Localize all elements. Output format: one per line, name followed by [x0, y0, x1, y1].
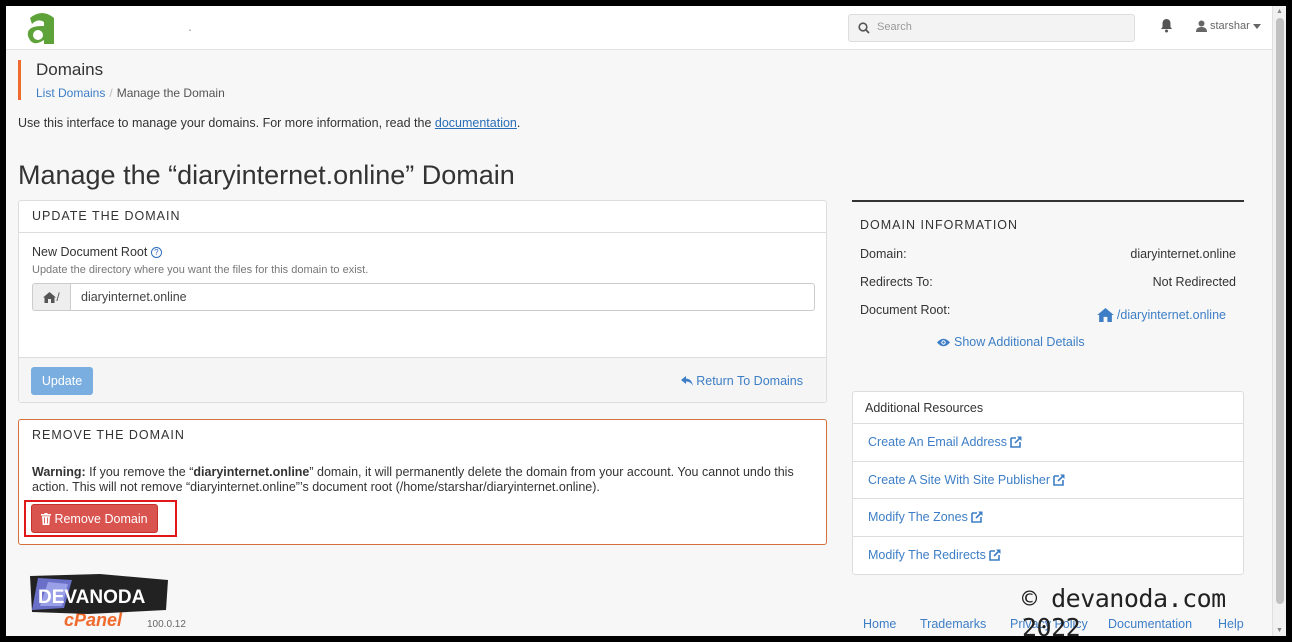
warning-label: Warning:: [32, 465, 86, 479]
page-title: Manage the “diaryinternet.online” Domain: [18, 160, 515, 190]
cpanel-app-logo[interactable]: [24, 10, 60, 48]
additional-resources-panel: Additional Resources Create An Email Add…: [852, 391, 1244, 575]
intro-sentence: Use this interface to manage your domain…: [18, 116, 435, 130]
documentation-link[interactable]: documentation: [435, 116, 517, 130]
breadcrumb: List Domains / Manage the Domain: [36, 86, 225, 100]
top-bar: . Search starshar: [6, 6, 1272, 50]
search-placeholder: Search: [877, 21, 912, 33]
footer-link-trademarks[interactable]: Trademarks: [920, 617, 986, 631]
home-icon: [1097, 308, 1114, 322]
breadcrumb-separator: /: [109, 86, 113, 100]
cpanel-version: 100.0.12: [147, 619, 186, 630]
info-row-domain: Domain: diaryinternet.online: [852, 238, 1244, 266]
search-icon: [858, 22, 870, 34]
document-root-label: New Document Root ?: [32, 245, 813, 259]
user-menu[interactable]: starshar: [1196, 20, 1261, 32]
breadcrumb-list-domains[interactable]: List Domains: [36, 86, 105, 100]
username: starshar: [1210, 20, 1250, 32]
intro-text: Use this interface to manage your domain…: [18, 116, 520, 130]
info-key: Document Root:: [860, 303, 951, 317]
additional-resources-heading: Additional Resources: [853, 392, 1243, 424]
update-button[interactable]: Update: [31, 367, 93, 395]
home-icon: [43, 291, 57, 303]
warning-domain: diaryinternet.online: [193, 465, 310, 479]
scroll-up-arrow-icon[interactable]: ▲: [1276, 8, 1283, 15]
external-link-icon: [989, 549, 1001, 562]
notifications-bell-icon[interactable]: [1160, 18, 1173, 33]
remove-domain-label: Remove Domain: [54, 511, 148, 526]
document-root-input-group: /: [32, 283, 815, 311]
remove-domain-heading: REMOVE THE DOMAIN: [32, 428, 185, 442]
info-key: Redirects To:: [860, 275, 933, 289]
document-root-label-text: New Document Root: [32, 245, 148, 259]
domain-information: DOMAIN INFORMATION Domain: diaryinternet…: [852, 200, 1244, 349]
trash-icon: [41, 512, 52, 525]
devanoda-watermark-logo: DEVANODA: [30, 574, 168, 614]
external-link-icon: [971, 511, 983, 524]
home-path-addon: /: [32, 283, 70, 311]
copyright-watermark: © devanoda.com 2022: [1022, 584, 1226, 636]
page-scrollbar[interactable]: ▲ ▼: [1272, 6, 1286, 636]
show-additional-details-link[interactable]: Show Additional Details: [937, 335, 1244, 349]
intro-period: .: [516, 116, 521, 130]
footer-link-home[interactable]: Home: [863, 617, 896, 631]
resource-modify-zones[interactable]: Modify The Zones: [853, 499, 1243, 537]
addon-slash: /: [56, 290, 60, 304]
resource-label: Create A Site With Site Publisher: [868, 472, 1051, 487]
user-icon: [1196, 20, 1207, 32]
resource-create-email[interactable]: Create An Email Address: [853, 424, 1243, 462]
eye-icon: [937, 338, 950, 346]
remove-warning: Warning: If you remove the “diaryinterne…: [19, 452, 826, 495]
resource-modify-redirects[interactable]: Modify The Redirects: [853, 537, 1243, 575]
warning-text-a: If you remove the “: [85, 465, 194, 479]
document-root-input[interactable]: [70, 283, 815, 311]
remove-domain-button[interactable]: Remove Domain: [31, 504, 158, 533]
page-header: Domains List Domains / Manage the Domain: [18, 60, 225, 100]
info-key: Domain:: [860, 247, 907, 261]
info-value: Not Redirected: [1152, 275, 1236, 289]
search-input[interactable]: Search: [848, 14, 1135, 42]
domain-info-heading: DOMAIN INFORMATION: [860, 218, 1019, 232]
section-title: Domains: [36, 60, 104, 79]
resource-label: Modify The Redirects: [868, 548, 986, 563]
caret-down-icon: [1252, 23, 1261, 29]
info-row-document-root: Document Root: /diaryinternet.online: [852, 294, 1244, 327]
update-domain-heading: UPDATE THE DOMAIN: [19, 201, 826, 233]
update-panel-footer: Update Return To Domains: [19, 357, 826, 402]
external-link-icon: [1053, 474, 1065, 486]
document-root-hint: Update the directory where you want the …: [32, 264, 369, 276]
reply-arrow-icon: [681, 376, 694, 386]
resource-site-publisher[interactable]: Create A Site With Site Publisher: [853, 462, 1243, 499]
update-domain-panel: UPDATE THE DOMAIN New Document Root ? Up…: [18, 200, 827, 403]
breadcrumb-current: Manage the Domain: [116, 86, 225, 100]
help-icon[interactable]: ?: [150, 247, 162, 258]
scrollbar-thumb[interactable]: [1276, 18, 1284, 604]
devanoda-logo-text: DEVANODA: [38, 587, 146, 608]
resource-label: Modify The Zones: [868, 510, 968, 525]
resource-label: Create An Email Address: [868, 435, 1007, 450]
return-to-domains-link[interactable]: Return To Domains: [681, 374, 803, 388]
remove-domain-panel: REMOVE THE DOMAIN Warning: If you remove…: [18, 419, 827, 545]
external-link-icon: [1010, 436, 1022, 449]
document-root-link[interactable]: /diaryinternet.online: [1097, 308, 1226, 322]
document-root-value: /diaryinternet.online: [1116, 308, 1226, 322]
app-frame: . Search starshar ▲ ▼ Domains List Domai…: [6, 6, 1286, 636]
return-to-domains-label: Return To Domains: [696, 374, 803, 388]
show-additional-details-label: Show Additional Details: [954, 335, 1085, 349]
topbar-separator: .: [188, 18, 192, 34]
info-row-redirects: Redirects To: Not Redirected: [852, 266, 1244, 294]
info-value: diaryinternet.online: [1130, 247, 1236, 261]
info-divider: [852, 200, 1244, 202]
